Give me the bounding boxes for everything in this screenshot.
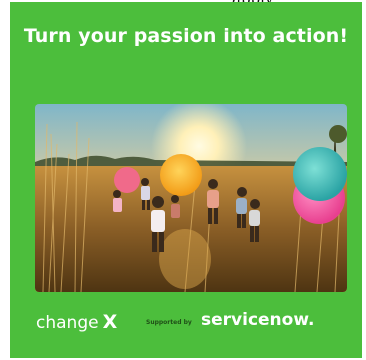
photo-illustration: [35, 104, 347, 292]
servicenow-logo[interactable]: servicenow.: [201, 310, 314, 330]
servicenow-logo-word: servicenow: [201, 310, 308, 330]
changex-logo-mark: X: [102, 311, 118, 333]
card-footer: change X Supported by servicenow.: [10, 302, 362, 346]
photo-children-running-field: [35, 104, 347, 292]
promo-card[interactable]: Turn your passion into action! change X …: [10, 2, 362, 358]
changex-logo-word: change: [36, 313, 99, 333]
supported-by-label: Supported by: [146, 319, 192, 326]
servicenow-logo-dot: .: [307, 310, 315, 330]
card-headline: Turn your passion into action!: [23, 25, 349, 47]
changex-logo[interactable]: change X: [36, 311, 117, 333]
